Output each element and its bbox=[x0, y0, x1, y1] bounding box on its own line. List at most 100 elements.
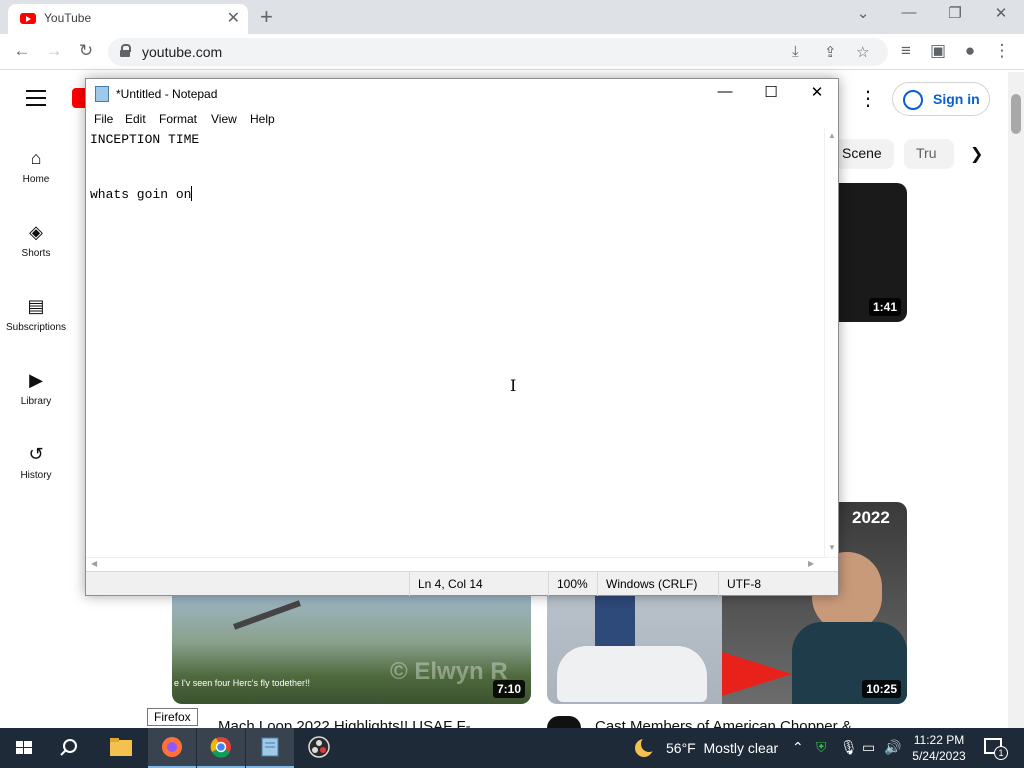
back-arrow-icon[interactable]: ← bbox=[10, 41, 34, 61]
settings-kebab-icon[interactable]: ⋮ bbox=[858, 86, 878, 111]
account-icon bbox=[903, 90, 923, 110]
taskbar-file-explorer[interactable] bbox=[98, 728, 146, 768]
sidebar-item-subscriptions[interactable]: ▤ Subscriptions bbox=[0, 296, 72, 333]
sign-in-button[interactable]: Sign in bbox=[892, 82, 990, 116]
side-panel-icon[interactable]: ▣ bbox=[926, 41, 950, 61]
bookmark-star-icon[interactable]: ☆ bbox=[856, 43, 869, 61]
chip-truncated[interactable]: Tru bbox=[904, 139, 954, 169]
chrome-menu-icon[interactable]: ⋮ bbox=[990, 41, 1014, 61]
reading-list-icon[interactable]: ≡ bbox=[894, 41, 918, 61]
weather-moon-icon[interactable] bbox=[632, 736, 658, 760]
sidebar-item-home[interactable]: ⌂ Home bbox=[0, 148, 72, 185]
forward-arrow-icon[interactable]: → bbox=[42, 41, 66, 61]
taskbar-notepad[interactable] bbox=[246, 728, 294, 768]
tab-search-icon[interactable]: ⌄ bbox=[840, 4, 886, 22]
video-duration: 10:25 bbox=[862, 680, 901, 698]
sidebar-item-label: Subscriptions bbox=[5, 322, 67, 333]
menu-format[interactable]: Format bbox=[159, 112, 197, 126]
share-icon[interactable]: ⇪ bbox=[824, 43, 837, 61]
taskbar-chrome[interactable] bbox=[197, 728, 245, 768]
text-line-empty bbox=[90, 168, 820, 186]
scroll-down-icon[interactable]: ▼ bbox=[828, 543, 836, 552]
scroll-up-icon[interactable]: ▲ bbox=[828, 131, 836, 140]
sidebar-item-shorts[interactable]: ◈ Shorts bbox=[0, 222, 72, 259]
hamburger-menu-icon[interactable] bbox=[26, 90, 46, 106]
install-app-icon[interactable]: ⤓ bbox=[792, 43, 799, 60]
text-line: whats goin on bbox=[90, 187, 192, 202]
status-zoom: 100% bbox=[548, 572, 598, 596]
windows-logo-icon bbox=[16, 741, 32, 754]
taskbar-obs[interactable] bbox=[295, 728, 343, 768]
notepad-minimize-button[interactable]: — bbox=[702, 83, 748, 100]
taskbar-tooltip: Firefox bbox=[147, 708, 198, 726]
search-button[interactable] bbox=[48, 728, 96, 768]
text-line-current: whats goin on bbox=[90, 186, 820, 204]
car-shape bbox=[557, 646, 707, 702]
search-icon bbox=[60, 739, 77, 756]
page-scrollbar-thumb[interactable] bbox=[1011, 94, 1021, 134]
obs-icon bbox=[308, 736, 330, 758]
system-clock[interactable]: 11:22 PM 5/24/2023 bbox=[904, 732, 974, 764]
chevron-right-icon[interactable]: ❯ bbox=[970, 144, 983, 164]
close-window-button[interactable]: ✕ bbox=[978, 4, 1024, 22]
address-bar-url[interactable]: youtube.com bbox=[142, 44, 222, 60]
new-tab-button[interactable]: + bbox=[260, 4, 273, 30]
video-thumbnail[interactable]: 1:41 bbox=[838, 183, 907, 322]
restore-button[interactable]: ❐ bbox=[932, 4, 978, 22]
notepad-menubar: File Edit Format View Help bbox=[86, 109, 838, 129]
chrome-icon bbox=[210, 737, 231, 758]
menu-view[interactable]: View bbox=[211, 112, 237, 126]
text-caret bbox=[191, 186, 193, 201]
youtube-favicon-icon bbox=[20, 13, 36, 24]
tray-overflow-chevron-icon[interactable]: ⌃ bbox=[792, 739, 804, 756]
profile-avatar-icon[interactable]: ● bbox=[958, 41, 982, 61]
start-button[interactable] bbox=[0, 728, 48, 768]
scroll-left-icon[interactable]: ◀ bbox=[91, 559, 97, 568]
scroll-right-icon[interactable]: ▶ bbox=[808, 559, 814, 568]
volume-icon[interactable]: 🔊 bbox=[884, 739, 901, 756]
video-thumbnail[interactable]: e I'v seen four Herc's fly todether!! © … bbox=[172, 592, 531, 704]
browser-tab-youtube[interactable]: YouTube ✕ bbox=[8, 4, 248, 34]
minimize-button[interactable]: — bbox=[886, 4, 932, 21]
clock-time: 11:22 PM bbox=[913, 733, 965, 747]
notepad-horizontal-scrollbar[interactable]: ◀ ▶ bbox=[86, 557, 838, 571]
network-icon[interactable]: ▭ bbox=[862, 739, 875, 756]
taskbar-firefox[interactable] bbox=[148, 728, 196, 768]
channel-avatar[interactable] bbox=[547, 716, 581, 728]
notepad-maximize-button[interactable]: ☐ bbox=[748, 83, 794, 101]
sidebar-item-library[interactable]: ▶ Library bbox=[0, 370, 72, 407]
reload-icon[interactable]: ↻ bbox=[74, 41, 98, 61]
home-icon: ⌂ bbox=[30, 148, 42, 168]
lock-icon[interactable] bbox=[120, 44, 131, 58]
video-title[interactable]: Mach Loop 2022 Highlights!! USAF F- bbox=[218, 718, 508, 728]
notepad-vertical-scrollbar[interactable]: ▲ ▼ bbox=[824, 129, 838, 557]
video-thumbnail-left[interactable] bbox=[547, 592, 722, 704]
notepad-icon bbox=[261, 737, 279, 757]
youtube-logo[interactable] bbox=[72, 88, 86, 108]
page-scrollbar[interactable] bbox=[1008, 72, 1024, 728]
menu-file[interactable]: File bbox=[94, 112, 113, 126]
menu-edit[interactable]: Edit bbox=[125, 112, 146, 126]
notification-count-badge: 1 bbox=[994, 746, 1008, 760]
notepad-text-area[interactable]: INCEPTION TIME whats goin on bbox=[86, 129, 824, 557]
text-line: INCEPTION TIME bbox=[90, 132, 200, 147]
video-title[interactable]: Cast Members of American Chopper & bbox=[595, 718, 895, 728]
weather-text[interactable]: 56°F Mostly clear bbox=[666, 740, 778, 756]
status-line-ending: Windows (CRLF) bbox=[597, 572, 719, 596]
menu-help[interactable]: Help bbox=[250, 112, 275, 126]
notepad-app-icon[interactable] bbox=[95, 86, 109, 102]
sidebar-item-label: History bbox=[20, 470, 52, 481]
chip-scene[interactable]: Scene bbox=[830, 139, 894, 169]
video-duration: 7:10 bbox=[492, 680, 525, 698]
notepad-close-button[interactable]: ✕ bbox=[794, 83, 840, 101]
security-shield-icon[interactable]: ⛨ bbox=[816, 739, 827, 756]
notepad-titlebar[interactable]: *Untitled - Notepad — ☐ ✕ bbox=[86, 79, 838, 109]
thumbnail-overlay-text: e I'v seen four Herc's fly todether!! bbox=[174, 678, 310, 688]
windows-taskbar: 56°F Mostly clear ⌃ ⛨ 🎙 ▭ 🔊 11:22 PM 5/2… bbox=[0, 728, 1024, 768]
microphone-icon[interactable]: 🎙 bbox=[840, 739, 858, 756]
sidebar-item-history[interactable]: ↺ History bbox=[0, 444, 72, 481]
tab-title: YouTube bbox=[44, 11, 92, 25]
tab-close-icon[interactable]: ✕ bbox=[227, 8, 240, 28]
shorts-icon: ◈ bbox=[29, 222, 43, 242]
address-bar[interactable]: youtube.com ⤓ ⇪ ☆ bbox=[108, 38, 888, 66]
